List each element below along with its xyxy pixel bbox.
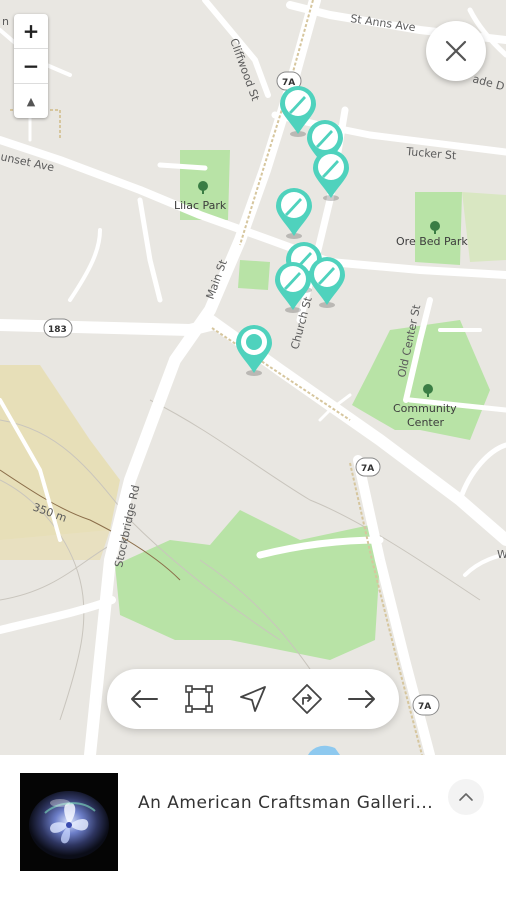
- zoom-control: + − ▲: [14, 14, 48, 118]
- gallery-thumbnail[interactable]: [20, 773, 118, 871]
- select-area-button[interactable]: [179, 679, 219, 719]
- map-marker-knife[interactable]: [273, 186, 315, 240]
- bottom-sheet[interactable]: An American Craftsman Galleri...: [0, 755, 506, 900]
- road-label-east: ade D: [471, 72, 506, 93]
- route-toolbar: [107, 669, 399, 729]
- select-area-icon: [184, 685, 213, 713]
- directions-button[interactable]: [287, 679, 327, 719]
- route-shield-7a-south: 7A: [412, 694, 440, 716]
- road-label-st-anns: St Anns Ave: [350, 12, 417, 34]
- knife-icon: [275, 262, 311, 313]
- close-button[interactable]: [426, 21, 486, 81]
- park-label-lilac: Lilac Park: [174, 199, 227, 212]
- place-title[interactable]: An American Craftsman Galleri...: [138, 793, 438, 813]
- map-canvas: St Anns Ave Cliffwood St Tucker St unset…: [0, 0, 506, 755]
- compass-button[interactable]: ▲: [14, 84, 48, 118]
- map-marker-knife[interactable]: [310, 148, 352, 202]
- arrow-right-icon: [347, 690, 375, 708]
- svg-text:7A: 7A: [361, 464, 374, 474]
- park-label-community-2: Center: [407, 416, 445, 429]
- navigate-icon: [240, 686, 266, 712]
- arrow-left-icon: [131, 690, 159, 708]
- map-marker-location[interactable]: [233, 323, 275, 377]
- route-shield-7a-mid: 7A: [355, 457, 381, 477]
- zoom-out-button[interactable]: −: [14, 49, 48, 84]
- chevron-up-icon: [459, 793, 473, 801]
- close-icon: [445, 40, 467, 62]
- previous-button[interactable]: [124, 679, 164, 719]
- map-marker-knife[interactable]: [272, 260, 314, 314]
- knife-icon: [313, 150, 349, 201]
- route-shield-183: 183: [43, 318, 73, 338]
- zoom-in-button[interactable]: +: [14, 14, 48, 49]
- park-label-community-1: Community: [393, 402, 457, 415]
- navigate-button[interactable]: [233, 679, 273, 719]
- svg-text:7A: 7A: [418, 702, 431, 712]
- road-label-north: n: [2, 15, 9, 28]
- location-dot-icon: [236, 325, 272, 376]
- expand-button[interactable]: [448, 779, 484, 815]
- svg-text:183: 183: [48, 325, 67, 335]
- directions-icon: [292, 684, 323, 714]
- knife-icon: [276, 188, 312, 239]
- park-label-ore-bed: Ore Bed Park: [396, 235, 468, 248]
- road-label-west: W: [497, 548, 506, 561]
- glass-paperweight-image: [20, 773, 118, 871]
- map-view[interactable]: St Anns Ave Cliffwood St Tucker St unset…: [0, 0, 506, 755]
- next-button[interactable]: [342, 679, 382, 719]
